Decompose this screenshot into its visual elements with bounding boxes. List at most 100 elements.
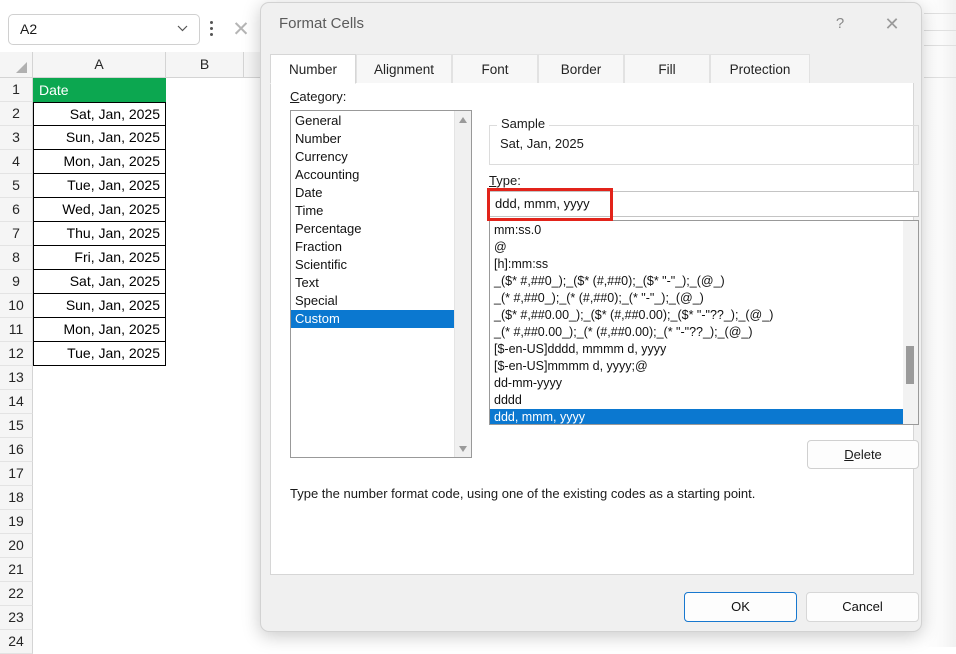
cell-a15[interactable] — [33, 414, 166, 438]
category-item-percentage[interactable]: Percentage — [291, 220, 454, 238]
row-header-4[interactable]: 4 — [0, 150, 33, 174]
cell-a17[interactable] — [33, 462, 166, 486]
tab-alignment[interactable]: Alignment — [356, 54, 452, 84]
ok-button[interactable]: OK — [684, 592, 797, 622]
category-listbox[interactable]: General Number Currency Accounting Date Time P… — [290, 110, 472, 458]
category-item-custom[interactable]: Custom — [291, 310, 454, 328]
format-code-item-0[interactable]: mm:ss.0 — [490, 222, 903, 239]
format-code-item-9[interactable]: dd-mm-yyyy — [490, 375, 903, 392]
category-item-special[interactable]: Special — [291, 292, 454, 310]
tab-border[interactable]: Border — [538, 54, 624, 84]
cell-a10[interactable]: Sun, Jan, 2025 — [33, 294, 166, 318]
cell-a12[interactable]: Tue, Jan, 2025 — [33, 342, 166, 366]
row-header-21[interactable]: 21 — [0, 558, 33, 582]
cell-a14[interactable] — [33, 390, 166, 414]
category-item-accounting[interactable]: Accounting — [291, 166, 454, 184]
chevron-down-icon[interactable] — [177, 25, 188, 32]
format-list-scroll-thumb[interactable] — [906, 346, 914, 384]
row-header-9[interactable]: 9 — [0, 270, 33, 294]
format-code-item-1[interactable]: @ — [490, 239, 903, 256]
row-header-12[interactable]: 12 — [0, 342, 33, 366]
type-input[interactable]: ddd, mmm, yyyy — [489, 191, 919, 217]
scroll-up-icon[interactable] — [455, 111, 472, 128]
format-code-item-6[interactable]: _(* #,##0.00_);_(* (#,##0.00);_(* "-"??_… — [490, 324, 903, 341]
row-header-5[interactable]: 5 — [0, 174, 33, 198]
cell-a9[interactable]: Sat, Jan, 2025 — [33, 270, 166, 294]
format-code-item-10[interactable]: dddd — [490, 392, 903, 409]
row-header-10[interactable]: 10 — [0, 294, 33, 318]
cell-a24[interactable] — [33, 630, 166, 654]
cell-a3[interactable]: Sun, Jan, 2025 — [33, 126, 166, 150]
cell-a18[interactable] — [33, 486, 166, 510]
row-header-17[interactable]: 17 — [0, 462, 33, 486]
tab-number[interactable]: Number — [270, 54, 356, 84]
row-header-20[interactable]: 20 — [0, 534, 33, 558]
cell-a16[interactable] — [33, 438, 166, 462]
row-header-24[interactable]: 24 — [0, 630, 33, 654]
cell-a23[interactable] — [33, 606, 166, 630]
cell-a8[interactable]: Fri, Jan, 2025 — [33, 246, 166, 270]
column-header-a[interactable]: A — [33, 52, 166, 77]
category-item-currency[interactable]: Currency — [291, 148, 454, 166]
close-icon[interactable]: ✕ — [227, 16, 255, 43]
format-code-item-5[interactable]: _($* #,##0.00_);_($* (#,##0.00);_($* "-"… — [490, 307, 903, 324]
cell-a21[interactable] — [33, 558, 166, 582]
format-code-item-11[interactable]: ddd, mmm, yyyy — [490, 409, 903, 424]
row-header-15[interactable]: 15 — [0, 414, 33, 438]
column-header-b[interactable]: B — [166, 52, 244, 77]
close-icon[interactable]: ✕ — [877, 9, 907, 39]
row-header-23[interactable]: 23 — [0, 606, 33, 630]
category-scrollbar[interactable] — [454, 111, 471, 457]
row-header-2[interactable]: 2 — [0, 102, 33, 126]
cell-a4[interactable]: Mon, Jan, 2025 — [33, 150, 166, 174]
row-header-18[interactable]: 18 — [0, 486, 33, 510]
cell-a11[interactable]: Mon, Jan, 2025 — [33, 318, 166, 342]
row-header-3[interactable]: 3 — [0, 126, 33, 150]
row-header-19[interactable]: 19 — [0, 510, 33, 534]
format-code-item-3[interactable]: _($* #,##0_);_($* (#,##0);_($* "-"_);_(@… — [490, 273, 903, 290]
row-header-1[interactable]: 1 — [0, 78, 33, 102]
name-box[interactable]: A2 — [8, 14, 200, 45]
help-icon[interactable]: ? — [827, 11, 853, 37]
format-code-listbox[interactable]: mm:ss.0 @ [h]:mm:ss _($* #,##0_);_($* (#,##… — [489, 220, 919, 425]
tab-font[interactable]: Font — [452, 54, 538, 84]
category-item-scientific[interactable]: Scientific — [291, 256, 454, 274]
more-options-icon[interactable] — [210, 21, 214, 39]
tab-protection[interactable]: Protection — [710, 54, 810, 84]
scroll-down-icon[interactable] — [455, 440, 472, 457]
cell-a2[interactable]: Sat, Jan, 2025 — [33, 102, 166, 126]
tab-fill[interactable]: Fill — [624, 54, 710, 84]
row-header-16[interactable]: 16 — [0, 438, 33, 462]
format-code-item-7[interactable]: [$-en-US]dddd, mmmm d, yyyy — [490, 341, 903, 358]
category-item-fraction[interactable]: Fraction — [291, 238, 454, 256]
row-header-7[interactable]: 7 — [0, 222, 33, 246]
select-all-corner[interactable] — [0, 52, 33, 77]
format-list-scrollbar[interactable] — [903, 221, 918, 424]
cancel-button[interactable]: Cancel — [806, 592, 919, 622]
cell-a20[interactable] — [33, 534, 166, 558]
cell-a19[interactable] — [33, 510, 166, 534]
dialog-titlebar[interactable]: Format Cells ? ✕ — [261, 3, 921, 45]
row-header-11[interactable]: 11 — [0, 318, 33, 342]
cell-a6[interactable]: Wed, Jan, 2025 — [33, 198, 166, 222]
category-item-text[interactable]: Text — [291, 274, 454, 292]
cell-a13[interactable] — [33, 366, 166, 390]
format-code-item-2[interactable]: [h]:mm:ss — [490, 256, 903, 273]
category-item-number[interactable]: Number — [291, 130, 454, 148]
format-code-item-4[interactable]: _(* #,##0_);_(* (#,##0);_(* "-"_);_(@_) — [490, 290, 903, 307]
cell-a1[interactable]: Date — [33, 78, 166, 102]
column-header-row: A B — [0, 52, 270, 78]
row-header-13[interactable]: 13 — [0, 366, 33, 390]
format-code-item-8[interactable]: [$-en-US]mmmm d, yyyy;@ — [490, 358, 903, 375]
category-item-date[interactable]: Date — [291, 184, 454, 202]
category-item-time[interactable]: Time — [291, 202, 454, 220]
row-header-8[interactable]: 8 — [0, 246, 33, 270]
row-header-6[interactable]: 6 — [0, 198, 33, 222]
row-header-22[interactable]: 22 — [0, 582, 33, 606]
row-header-14[interactable]: 14 — [0, 390, 33, 414]
cell-a7[interactable]: Thu, Jan, 2025 — [33, 222, 166, 246]
cell-a22[interactable] — [33, 582, 166, 606]
category-item-general[interactable]: General — [291, 112, 454, 130]
delete-button[interactable]: Delete — [807, 440, 919, 469]
cell-a5[interactable]: Tue, Jan, 2025 — [33, 174, 166, 198]
